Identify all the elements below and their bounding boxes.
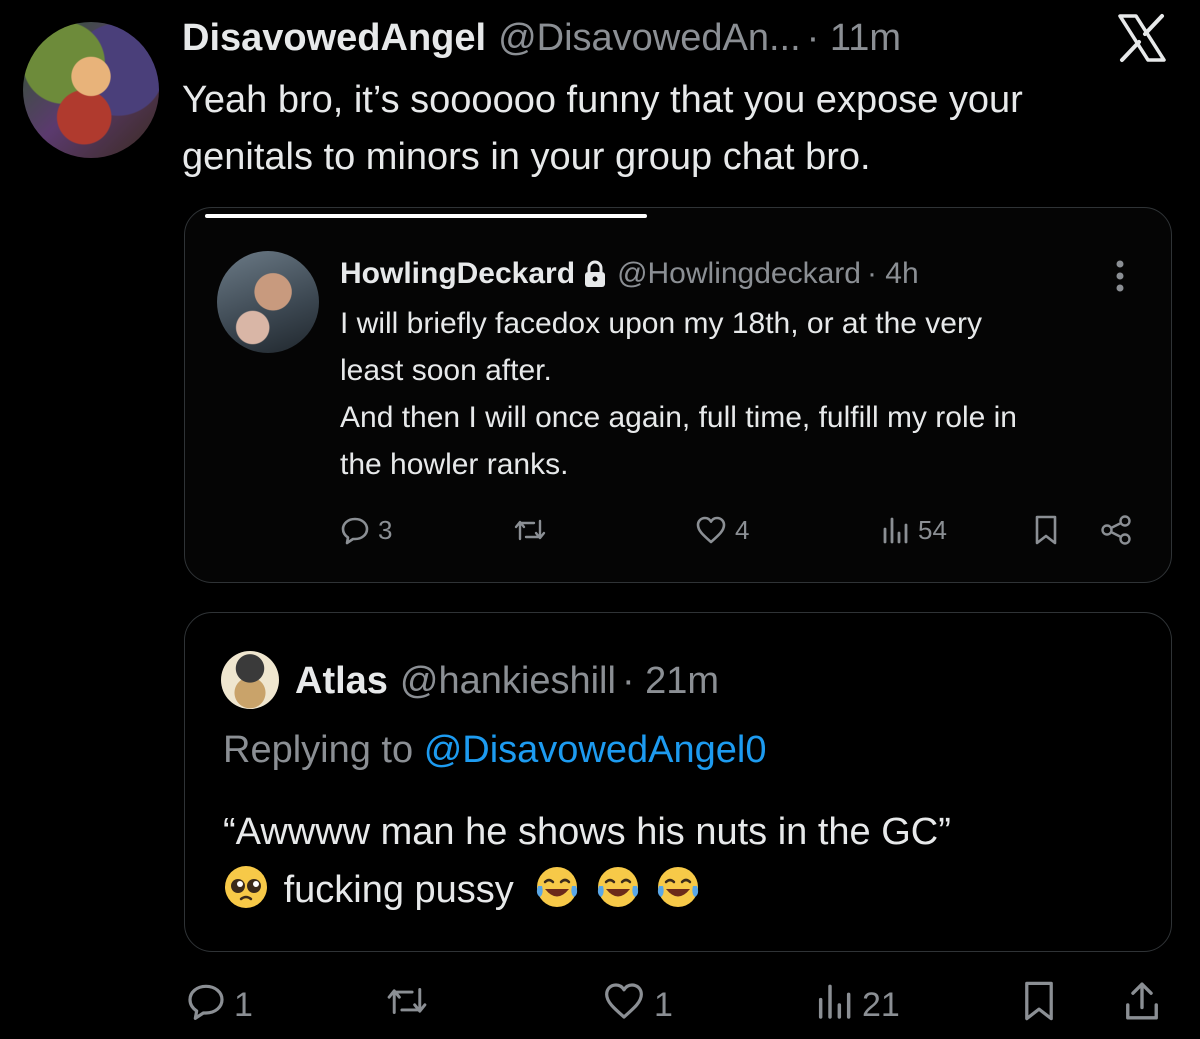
heart-icon: [695, 515, 727, 545]
reply-text-phrase: fucking pussy: [283, 869, 514, 911]
tweet-timestamp[interactable]: · 11m: [807, 17, 901, 60]
reply-tweet-timestamp[interactable]: · 21m: [622, 660, 719, 703]
reply-count: 1: [234, 985, 253, 1024]
author-handle[interactable]: @DisavowedAn...: [498, 17, 801, 60]
quoted-author-avatar[interactable]: [217, 251, 319, 353]
tweet-action-bar: 1 1 21: [184, 980, 1174, 1030]
quoted-text-line: I will briefly facedox upon my 18th, or …: [340, 307, 982, 340]
reply-tweet-header: Atlas @hankieshill · 21m: [295, 659, 719, 703]
views-count: 21: [862, 985, 900, 1024]
reply-icon: [340, 515, 370, 545]
quoted-retweet-button[interactable]: [512, 510, 556, 550]
video-progress-fill: [205, 214, 647, 218]
reply-tweet-card[interactable]: Atlas @hankieshill · 21m Replying to @Di…: [184, 612, 1172, 952]
bookmark-button[interactable]: [1020, 980, 1058, 1030]
author-avatar[interactable]: [23, 22, 159, 158]
quoted-reply-button[interactable]: 3: [340, 510, 392, 550]
quoted-author-display-name[interactable]: HowlingDeckard: [340, 257, 575, 291]
views-button[interactable]: 21: [814, 980, 900, 1030]
retweet-icon: [384, 981, 430, 1030]
quoted-tweet-card[interactable]: HowlingDeckard @Howlingdeckard · 4h I wi…: [184, 207, 1172, 583]
quoted-tweet-text: I will briefly facedox upon my 18th, or …: [340, 300, 1150, 488]
share-upload-icon: [1122, 979, 1162, 1032]
bookmark-icon: [1020, 979, 1058, 1032]
quoted-views-count: 54: [918, 514, 947, 545]
quoted-tweet-timestamp[interactable]: · 4h: [867, 257, 919, 291]
author-display-name[interactable]: DisavowedAngel: [182, 17, 486, 60]
tweet-text: Yeah bro, it’s soooooo funny that you ex…: [182, 79, 1023, 178]
share-button[interactable]: [1122, 980, 1162, 1030]
x-logo-icon: [1116, 12, 1168, 64]
reply-text-line-2: fucking pussy: [223, 861, 1143, 919]
lock-icon: [583, 260, 607, 288]
reply-author-display-name[interactable]: Atlas: [295, 660, 388, 703]
pleading-face-emoji: [223, 864, 269, 910]
quoted-author-handle[interactable]: @Howlingdeckard: [617, 257, 861, 291]
retweet-button[interactable]: [384, 980, 438, 1030]
bookmark-icon: [1032, 514, 1060, 546]
views-icon: [880, 515, 910, 545]
tears-of-joy-emoji: [534, 864, 580, 910]
reply-icon: [186, 981, 226, 1030]
replying-to-line: Replying to @DisavowedAngel0: [223, 729, 766, 772]
reply-text-line-1: “Awwww man he shows his nuts in the GC”: [223, 811, 951, 853]
quoted-like-count: 4: [735, 514, 750, 545]
tears-of-joy-emoji: [595, 864, 641, 910]
more-options-icon[interactable]: [1110, 256, 1130, 296]
retweet-icon: [512, 515, 548, 545]
views-icon: [814, 981, 854, 1030]
replying-to-prefix: Replying to: [223, 729, 414, 771]
reply-tweet-text: “Awwww man he shows his nuts in the GC” …: [223, 803, 1143, 919]
quoted-bookmark-button[interactable]: [1032, 510, 1060, 550]
quoted-action-bar: 3 4 54: [340, 510, 1150, 550]
replying-to-link[interactable]: @DisavowedAngel0: [424, 729, 767, 771]
tears-of-joy-emoji: [655, 864, 701, 910]
quoted-text-line: least soon after.: [340, 354, 552, 387]
reply-author-avatar[interactable]: [221, 651, 279, 709]
quoted-reply-count: 3: [378, 514, 393, 545]
quoted-text-line: And then I will once again, full time, f…: [340, 401, 1017, 434]
tweet-header: DisavowedAngel @DisavowedAn... · 11m: [182, 16, 901, 60]
like-count: 1: [654, 985, 673, 1024]
quoted-text-line: the howler ranks.: [340, 448, 569, 481]
quoted-tweet-header: HowlingDeckard @Howlingdeckard · 4h: [340, 254, 919, 294]
video-progress-bar[interactable]: [205, 214, 1145, 218]
quoted-like-button[interactable]: 4: [695, 510, 749, 550]
reply-author-handle[interactable]: @hankieshill: [400, 660, 616, 703]
reply-button[interactable]: 1: [186, 980, 253, 1030]
heart-icon: [602, 981, 646, 1030]
quoted-views-button[interactable]: 54: [880, 510, 947, 550]
like-button[interactable]: 1: [602, 980, 673, 1030]
share-icon: [1098, 514, 1134, 546]
quoted-share-button[interactable]: [1098, 510, 1134, 550]
